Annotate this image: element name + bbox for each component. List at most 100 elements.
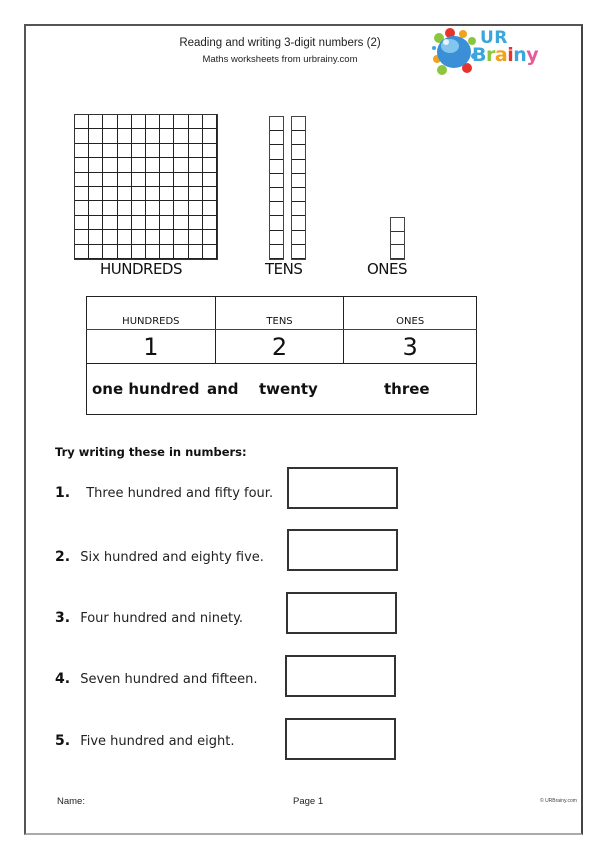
unit-square xyxy=(202,129,217,144)
answer-box-5[interactable] xyxy=(285,718,396,760)
unit-square xyxy=(174,172,189,187)
unit-square xyxy=(89,230,104,245)
unit-square xyxy=(188,215,203,231)
unit-square xyxy=(131,186,146,202)
unit-square xyxy=(160,172,175,187)
question-number: 2. xyxy=(55,549,71,565)
word-and: and xyxy=(207,380,239,398)
answer-box-3[interactable] xyxy=(286,592,397,634)
ones-cubes xyxy=(390,217,405,260)
unit-square xyxy=(117,129,132,144)
tens-label: TENS xyxy=(265,260,303,278)
unit-square xyxy=(202,244,217,259)
unit-square xyxy=(75,215,90,231)
unit-square xyxy=(160,115,175,130)
unit-square xyxy=(174,129,189,144)
unit-square xyxy=(117,115,132,130)
logo-letter: n xyxy=(513,44,527,66)
unit-square xyxy=(202,158,217,173)
unit-square xyxy=(160,158,175,173)
unit-square xyxy=(174,215,189,231)
word-three: three xyxy=(384,380,430,398)
unit-square xyxy=(292,160,305,174)
unit-square xyxy=(174,230,189,245)
unit-square xyxy=(131,172,146,187)
question-text: Six hundred and eighty five. xyxy=(80,550,264,565)
unit-square xyxy=(131,115,146,130)
header-hundreds: HUNDREDS xyxy=(86,296,216,330)
unit-square xyxy=(89,172,104,187)
unit-square xyxy=(160,201,175,216)
question-5: 5. Five hundred and eight. xyxy=(55,733,235,749)
unit-square xyxy=(174,201,189,216)
logo-text-brainy: Brainy xyxy=(472,44,539,66)
unit-cube xyxy=(391,245,404,259)
unit-square xyxy=(202,230,217,245)
unit-square xyxy=(117,172,132,187)
unit-square xyxy=(145,158,161,173)
unit-square xyxy=(292,188,305,203)
unit-square xyxy=(270,174,283,188)
question-text: Five hundred and eight. xyxy=(80,734,235,749)
unit-square xyxy=(103,230,118,245)
unit-square xyxy=(270,160,283,174)
unit-square xyxy=(188,115,203,130)
unit-square xyxy=(145,215,161,231)
unit-square xyxy=(117,201,132,216)
question-number: 4. xyxy=(55,671,71,687)
unit-square xyxy=(131,244,146,259)
unit-square xyxy=(145,143,161,159)
unit-square xyxy=(202,186,217,202)
unit-cube xyxy=(391,232,404,246)
unit-square xyxy=(202,215,217,231)
unit-square xyxy=(188,201,203,216)
question-number: 1. xyxy=(55,485,71,501)
unit-square xyxy=(202,201,217,216)
unit-square xyxy=(117,244,132,259)
unit-square xyxy=(103,172,118,187)
question-text: Four hundred and ninety. xyxy=(80,611,244,626)
unit-square xyxy=(75,115,90,130)
unit-square xyxy=(292,216,305,231)
unit-square xyxy=(174,143,189,159)
unit-square xyxy=(145,244,161,259)
unit-square xyxy=(117,186,132,202)
unit-square xyxy=(117,215,132,231)
unit-square xyxy=(117,158,132,173)
place-value-header-row: HUNDREDS TENS ONES xyxy=(86,296,477,330)
number-in-words: one hundred and twenty three xyxy=(86,363,477,415)
unit-square xyxy=(202,143,217,159)
place-value-table: HUNDREDS TENS ONES 1 2 3 one hundred and… xyxy=(86,296,477,415)
ones-label: ONES xyxy=(367,260,408,278)
unit-square xyxy=(89,244,104,259)
unit-square xyxy=(75,201,90,216)
unit-square xyxy=(202,172,217,187)
answer-box-1[interactable] xyxy=(287,467,398,509)
unit-square xyxy=(131,129,146,144)
logo-letter: r xyxy=(485,44,495,66)
unit-square xyxy=(145,186,161,202)
question-1: 1. Three hundred and fifty four. xyxy=(55,485,273,501)
exercise-heading: Try writing these in numbers: xyxy=(55,445,247,459)
header-tens: TENS xyxy=(214,296,345,330)
unit-square xyxy=(292,245,305,259)
place-value-words-row: one hundred and twenty three xyxy=(86,363,477,415)
unit-square xyxy=(75,186,90,202)
digit-ones: 3 xyxy=(343,329,477,364)
unit-square xyxy=(117,143,132,159)
question-2: 2. Six hundred and eighty five. xyxy=(55,549,264,565)
unit-square xyxy=(270,245,283,259)
unit-square xyxy=(131,215,146,231)
unit-square xyxy=(160,143,175,159)
unit-square xyxy=(270,188,283,203)
question-number: 5. xyxy=(55,733,71,749)
answer-box-2[interactable] xyxy=(287,529,398,571)
unit-square xyxy=(174,115,189,130)
copyright: © URBrainy.com xyxy=(540,798,577,804)
word-twenty: twenty xyxy=(259,380,318,398)
worksheet-title: Reading and writing 3-digit numbers (2) xyxy=(179,37,381,49)
digit-tens: 2 xyxy=(214,329,345,364)
unit-square xyxy=(270,202,283,217)
digit-hundreds: 1 xyxy=(86,329,216,364)
answer-box-4[interactable] xyxy=(285,655,396,697)
